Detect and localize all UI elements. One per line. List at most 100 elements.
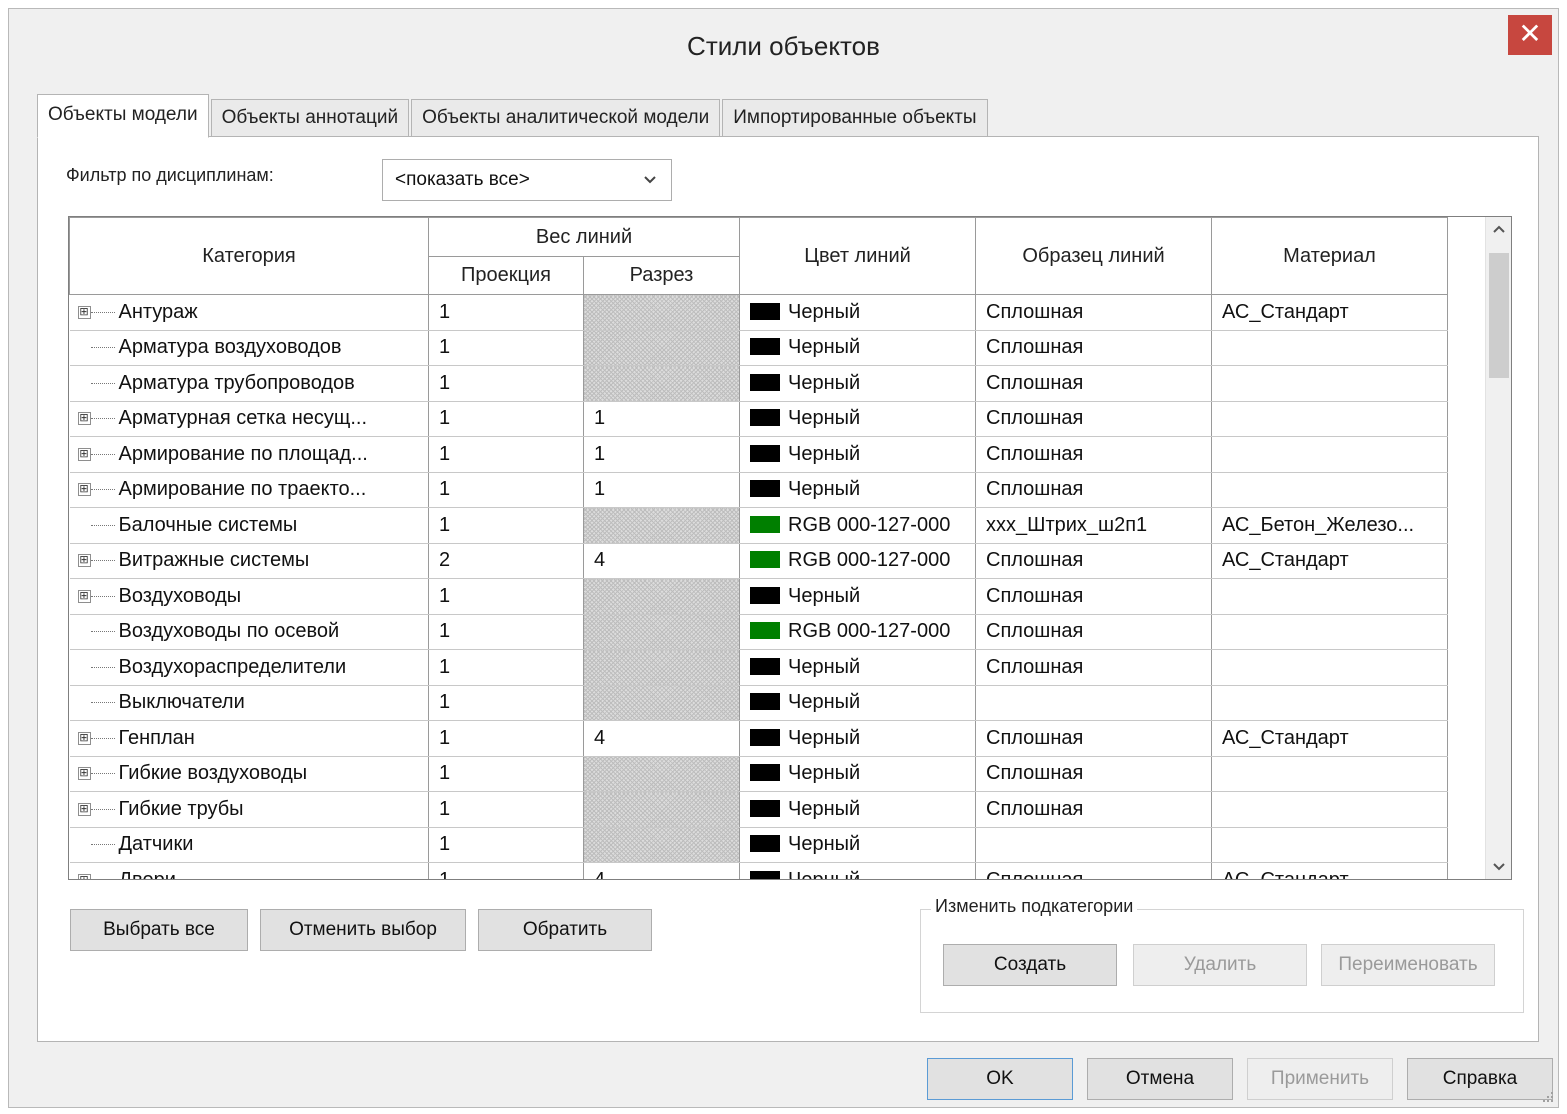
cell-projection[interactable]: 1 xyxy=(428,578,584,615)
cell-line-pattern[interactable]: Сплошная xyxy=(975,649,1212,686)
tab-imported-objects[interactable]: Импортированные объекты xyxy=(722,99,988,137)
expand-icon[interactable]: ⊞ xyxy=(77,447,91,461)
cell-material[interactable] xyxy=(1211,827,1448,863)
cell-category[interactable]: ⊞ Антураж xyxy=(69,294,429,331)
header-projection[interactable]: Проекция xyxy=(428,256,584,295)
cell-line-pattern[interactable]: Сплошная xyxy=(975,720,1212,757)
apply-button[interactable]: Применить xyxy=(1247,1058,1393,1100)
cell-projection[interactable]: 1 xyxy=(428,827,584,863)
expand-icon[interactable]: ⊞ xyxy=(77,802,91,816)
header-cut[interactable]: Разрез xyxy=(583,256,740,295)
cell-material[interactable] xyxy=(1211,472,1448,508)
header-category[interactable]: Категория xyxy=(69,217,429,295)
table-row[interactable]: Арматура воздуховодов 1 Черный Сплошная xyxy=(69,330,1488,366)
table-row[interactable]: ⊞ Воздуховоды 1 Черный Сплошная xyxy=(69,578,1488,615)
cell-cut[interactable]: 4 xyxy=(583,720,740,757)
cell-line-color[interactable]: Черный xyxy=(739,649,976,686)
table-row[interactable]: Воздухораспределители 1 Черный Сплошная xyxy=(69,649,1488,686)
invert-selection-button[interactable]: Обратить xyxy=(478,909,652,951)
cell-category[interactable]: ⊞ Арматурная сетка несущ... xyxy=(69,401,429,437)
cell-projection[interactable]: 1 xyxy=(428,330,584,366)
cell-category[interactable]: Выключатели xyxy=(69,685,429,721)
close-button[interactable]: ✕ xyxy=(1508,15,1552,55)
cell-line-pattern[interactable]: Сплошная xyxy=(975,365,1212,402)
cell-projection[interactable]: 1 xyxy=(428,472,584,508)
scroll-down-icon[interactable] xyxy=(1486,859,1511,875)
cell-material[interactable]: АС_Стандарт xyxy=(1211,543,1448,579)
cell-material[interactable] xyxy=(1211,685,1448,721)
cell-cut[interactable]: 1 xyxy=(583,436,740,473)
cell-category[interactable]: ⊞ Витражные системы xyxy=(69,543,429,579)
cell-projection[interactable]: 2 xyxy=(428,543,584,579)
cell-line-color[interactable]: Черный xyxy=(739,685,976,721)
tab-model-objects[interactable]: Объекты модели xyxy=(37,94,209,138)
cell-line-pattern[interactable]: Сплошная xyxy=(975,614,1212,650)
cell-line-color[interactable]: RGB 000-127-000 xyxy=(739,543,976,579)
cell-category[interactable]: ⊞ Воздуховоды xyxy=(69,578,429,615)
expand-icon[interactable]: ⊞ xyxy=(77,305,91,319)
cell-line-color[interactable]: Черный xyxy=(739,330,976,366)
table-row[interactable]: Датчики 1 Черный xyxy=(69,827,1488,863)
cell-category[interactable]: ⊞ Армирование по площад... xyxy=(69,436,429,473)
cell-category[interactable]: Воздухораспределители xyxy=(69,649,429,686)
cell-line-pattern[interactable] xyxy=(975,685,1212,721)
header-line-pattern[interactable]: Образец линий xyxy=(975,217,1212,295)
cell-line-color[interactable]: Черный xyxy=(739,720,976,757)
cell-line-color[interactable]: RGB 000-127-000 xyxy=(739,614,976,650)
cell-projection[interactable]: 1 xyxy=(428,649,584,686)
cell-projection[interactable]: 1 xyxy=(428,294,584,331)
cell-projection[interactable]: 1 xyxy=(428,436,584,473)
cell-material[interactable] xyxy=(1211,330,1448,366)
cell-material[interactable] xyxy=(1211,614,1448,650)
table-row[interactable]: ⊞ Армирование по площад... 1 1 Черный Сплошна… xyxy=(69,436,1488,473)
cell-category[interactable]: Датчики xyxy=(69,827,429,863)
cell-projection[interactable]: 1 xyxy=(428,685,584,721)
cell-category[interactable]: ⊞ Гибкие воздуховоды xyxy=(69,756,429,792)
cell-line-pattern[interactable]: Сплошная xyxy=(975,756,1212,792)
expand-icon[interactable]: ⊞ xyxy=(77,589,91,603)
cell-cut[interactable]: 4 xyxy=(583,862,740,879)
cell-material[interactable] xyxy=(1211,756,1448,792)
table-row[interactable]: ⊞ Арматурная сетка несущ... 1 1 Черный Сплошн… xyxy=(69,401,1488,437)
rename-subcategory-button[interactable]: Переименовать xyxy=(1321,944,1495,986)
cell-category[interactable]: Арматура трубопроводов xyxy=(69,365,429,402)
deselect-button[interactable]: Отменить выбор xyxy=(260,909,466,951)
cell-projection[interactable]: 1 xyxy=(428,791,584,828)
cell-line-color[interactable]: Черный xyxy=(739,827,976,863)
cancel-button[interactable]: Отмена xyxy=(1087,1058,1233,1100)
select-all-button[interactable]: Выбрать все xyxy=(70,909,248,951)
cell-line-color[interactable]: Черный xyxy=(739,294,976,331)
table-row[interactable]: Арматура трубопроводов 1 Черный Сплошная xyxy=(69,365,1488,402)
expand-icon[interactable]: ⊞ xyxy=(77,873,91,879)
table-row[interactable]: ⊞ Генплан 1 4 Черный Сплошная АС_Стандарт xyxy=(69,720,1488,757)
cell-projection[interactable]: 1 xyxy=(428,401,584,437)
cell-line-color[interactable]: Черный xyxy=(739,862,976,879)
cell-projection[interactable]: 1 xyxy=(428,720,584,757)
cell-category[interactable]: Воздуховоды по осевой xyxy=(69,614,429,650)
ok-button[interactable]: OK xyxy=(927,1058,1073,1100)
cell-material[interactable] xyxy=(1211,791,1448,828)
cell-line-pattern[interactable]: Сплошная xyxy=(975,578,1212,615)
expand-icon[interactable]: ⊞ xyxy=(77,483,91,497)
cell-projection[interactable]: 1 xyxy=(428,365,584,402)
cell-line-pattern[interactable]: Сплошная xyxy=(975,472,1212,508)
cell-line-color[interactable]: Черный xyxy=(739,472,976,508)
cell-line-pattern[interactable]: Сплошная xyxy=(975,436,1212,473)
discipline-filter-select[interactable]: <показать все> xyxy=(382,159,672,201)
tab-analytical-model-objects[interactable]: Объекты аналитической модели xyxy=(411,99,721,137)
cell-material[interactable]: АС_Бетон_Железо... xyxy=(1211,507,1448,544)
cell-category[interactable]: Балочные системы xyxy=(69,507,429,544)
cell-cut[interactable]: 1 xyxy=(583,472,740,508)
cell-line-pattern[interactable]: Сплошная xyxy=(975,330,1212,366)
cell-material[interactable] xyxy=(1211,365,1448,402)
cell-line-pattern[interactable] xyxy=(975,827,1212,863)
cell-material[interactable]: АС_Стандарт xyxy=(1211,294,1448,331)
cell-category[interactable]: Арматура воздуховодов xyxy=(69,330,429,366)
table-row[interactable]: Воздуховоды по осевой 1 RGB 000-127-000 Спл… xyxy=(69,614,1488,650)
cell-projection[interactable]: 1 xyxy=(428,614,584,650)
create-subcategory-button[interactable]: Создать xyxy=(943,944,1117,986)
table-row[interactable]: ⊞ Двери 1 4 Черный Сплошная АС_Стандарт xyxy=(69,862,1488,879)
cell-cut[interactable]: 1 xyxy=(583,401,740,437)
cell-material[interactable]: АС_Стандарт xyxy=(1211,720,1448,757)
delete-subcategory-button[interactable]: Удалить xyxy=(1133,944,1307,986)
